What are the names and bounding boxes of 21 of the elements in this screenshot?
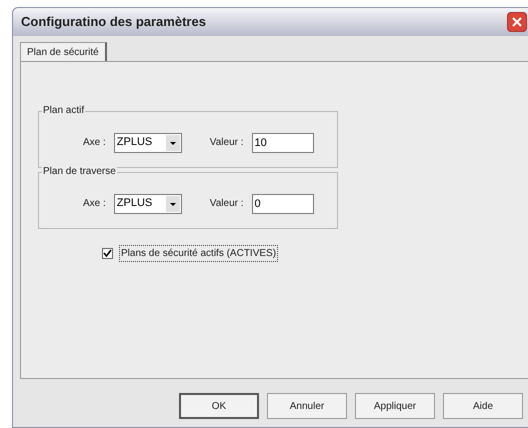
tab[interactable]: Plan de sécurité [20,42,107,61]
axis-label: Axe : [83,136,106,150]
dialog-button[interactable]: OK [179,393,259,419]
value-field[interactable]: 10 [252,132,314,152]
axis-dropdown[interactable]: ZPLUS [114,132,182,152]
close-button[interactable] [507,12,527,32]
value-label: Valeur : [210,197,244,211]
close-icon [512,17,522,27]
axis-label: Axe : [83,197,106,211]
axis-value: ZPLUS [116,196,152,212]
value-field[interactable]: 0 [252,194,314,214]
axis-dropdown[interactable]: ZPLUS [114,194,182,214]
dialog-button[interactable]: Annuler [267,393,347,419]
checkbox-label: Plans de sécurité actifs (ACTIVES) [119,245,278,262]
value-label: Valeur : [210,136,244,150]
window-title: Configuratino des paramètres [21,13,206,32]
checkbox[interactable] [102,248,113,259]
dialog-button[interactable]: Aide [443,393,523,419]
check-icon [103,249,112,258]
dialog-button[interactable]: Appliquer [355,393,435,419]
axis-value: ZPLUS [116,135,152,150]
